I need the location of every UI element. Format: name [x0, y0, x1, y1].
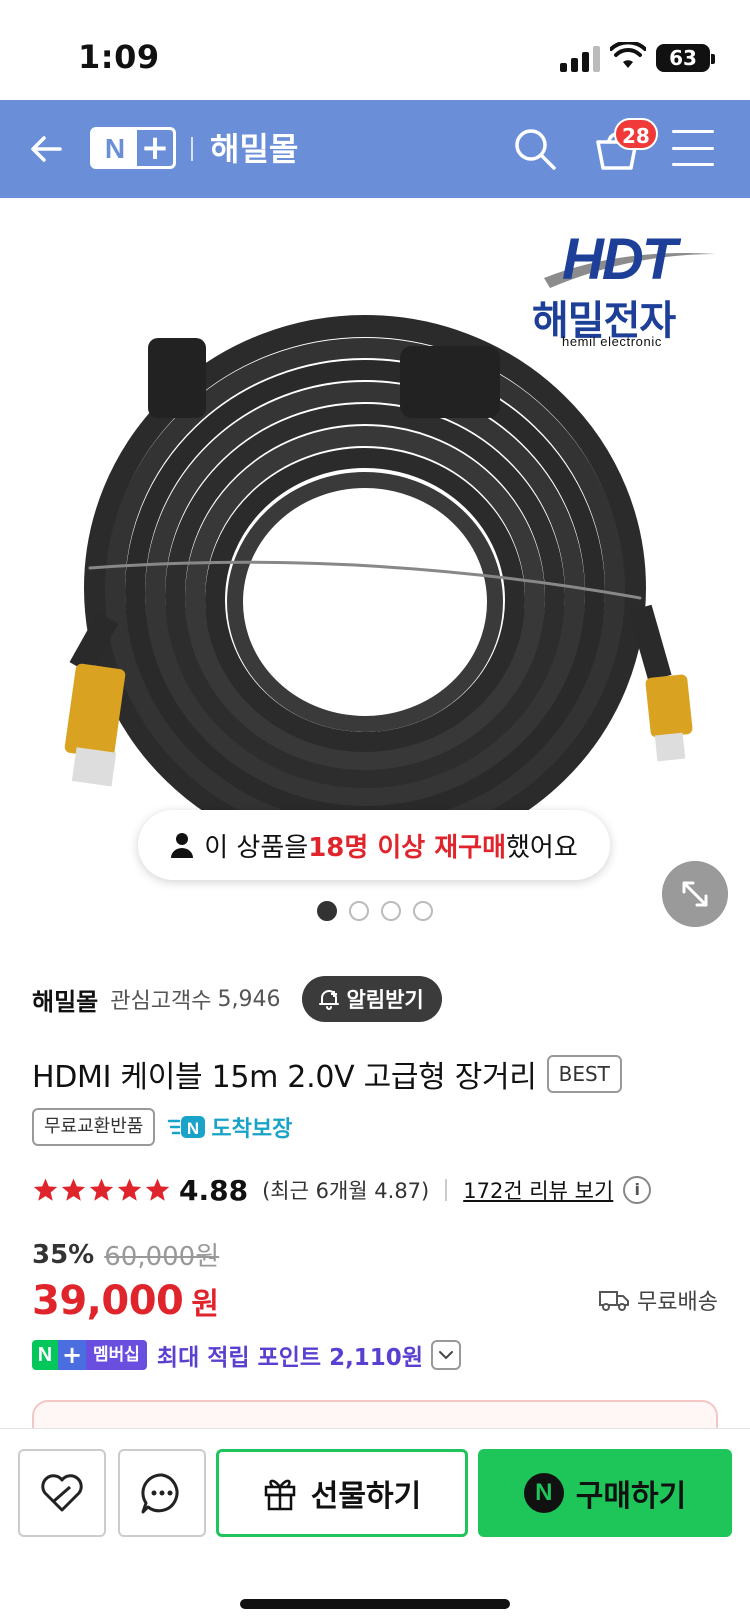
star-icon: [117, 1178, 142, 1201]
product-title: HDMI 케이블 15m 2.0V 고급형 장거리: [32, 1060, 537, 1095]
naver-plus-logo[interactable]: N +: [90, 127, 176, 169]
bell-plus-icon: [319, 990, 340, 1010]
membership-badge: N + 멤버십: [32, 1340, 147, 1370]
wifi-icon: [610, 42, 646, 68]
original-price: 60,000원: [104, 1242, 220, 1272]
chat-bubble-icon: [141, 1473, 179, 1514]
store-title[interactable]: 해밀몰: [210, 128, 298, 170]
rating-row: 4.88 (최근 6개월 4.87) 172건 리뷰 보기 i: [32, 1168, 652, 1212]
status-time: 1:09: [78, 38, 160, 76]
gift-icon: [264, 1479, 296, 1511]
membership-label: 멤버십: [86, 1340, 147, 1370]
home-indicator: [240, 1599, 510, 1609]
cart-count-badge: 28: [614, 118, 658, 150]
product-image-carousel[interactable]: HDT 해밀전자 hemil electronic 이 상품을 18명 이상 재…: [0, 198, 750, 958]
header-divider: [191, 137, 193, 161]
expand-icon[interactable]: [662, 861, 728, 927]
rebuy-notice: 이 상품을 18명 이상 재구매 했어요: [138, 810, 610, 880]
fav-customers-label: 관심고객수: [110, 989, 212, 1014]
shipping-info: 무료배송: [599, 1284, 718, 1316]
fav-customers-count: 5,946: [217, 986, 281, 1012]
best-badge: BEST: [546, 1055, 622, 1093]
wishlist-button[interactable]: [18, 1449, 106, 1537]
logo-n: N: [93, 130, 137, 166]
delivery-n-icon: N: [168, 1116, 206, 1138]
carousel-indicator: [317, 901, 433, 921]
store-info-row: 해밀몰 관심고객수 5,946 알림받기: [32, 976, 442, 1022]
star-rating: [32, 1177, 171, 1203]
truck-icon: [599, 1291, 630, 1311]
membership-n: N: [32, 1340, 58, 1370]
svg-text:N: N: [187, 1119, 199, 1138]
star-icon: [33, 1178, 58, 1201]
carousel-dot[interactable]: [381, 901, 401, 921]
arrival-guarantee-label: 도착보장: [211, 1117, 293, 1142]
rebuy-text-highlight: 18명 이상 재구매: [308, 832, 506, 863]
product-title-row: HDMI 케이블 15m 2.0V 고급형 장거리 BEST: [32, 1052, 622, 1096]
rating-divider: [445, 1179, 448, 1201]
free-return-badge: 무료교환반품: [32, 1108, 156, 1146]
points-expand-button[interactable]: [430, 1340, 461, 1370]
rebuy-text-post: 했어요: [506, 832, 578, 863]
brand-subtitle: hemil electronic: [562, 334, 662, 349]
person-icon: [171, 833, 194, 858]
rebuy-text-pre: 이 상품을: [204, 832, 309, 863]
star-icon: [89, 1178, 114, 1201]
alarm-subscribe-button[interactable]: 알림받기: [302, 976, 442, 1022]
currency-label: 원: [191, 1287, 219, 1322]
sale-price: 39,000: [32, 1278, 184, 1324]
carousel-dot[interactable]: [413, 901, 433, 921]
heart-icon: [41, 1474, 83, 1512]
info-icon[interactable]: i: [623, 1176, 652, 1204]
carousel-dot[interactable]: [317, 901, 337, 921]
service-tags: 무료교환반품 N 도착보장: [32, 1108, 292, 1146]
price-row: 39,000 원: [32, 1278, 219, 1324]
star-icon: [145, 1178, 170, 1201]
rating-score: 4.88: [179, 1173, 249, 1207]
brand-logo: HDT 해밀전자 hemil electronic: [532, 226, 722, 356]
buy-label: 구매하기: [575, 1479, 687, 1514]
logo-plus: +: [140, 128, 170, 168]
brand-mark: HDT: [562, 227, 677, 292]
gift-label: 선물하기: [310, 1479, 422, 1514]
gift-button[interactable]: 선물하기: [216, 1449, 468, 1537]
chevron-down-icon: [438, 1351, 453, 1360]
alarm-subscribe-label: 알림받기: [346, 988, 424, 1012]
talk-button[interactable]: [118, 1449, 206, 1537]
recent-rating: (최근 6개월 4.87): [262, 1179, 430, 1203]
carousel-dot[interactable]: [349, 901, 369, 921]
review-link[interactable]: 172건 리뷰 보기: [463, 1175, 613, 1205]
search-icon[interactable]: [512, 126, 558, 172]
back-arrow-icon[interactable]: [26, 128, 68, 170]
membership-points-row: N + 멤버십 최대 적립 포인트 2,110원: [32, 1338, 461, 1372]
buy-button[interactable]: N 구매하기: [478, 1449, 732, 1537]
arrival-guarantee-badge[interactable]: N 도착보장: [167, 1111, 292, 1143]
store-name[interactable]: 해밀몰: [32, 982, 98, 1017]
app-header: N + 해밀몰 28: [0, 100, 750, 198]
discount-row: 35% 60,000원: [32, 1236, 219, 1273]
battery-indicator: 63: [656, 44, 715, 72]
status-bar: 1:09 63: [0, 0, 750, 100]
shipping-label: 무료배송: [637, 1290, 718, 1315]
membership-plus: +: [58, 1340, 86, 1370]
signal-icon: [560, 46, 600, 72]
discount-rate: 35%: [32, 1239, 95, 1270]
menu-icon[interactable]: [672, 130, 714, 166]
naver-pay-icon: N: [523, 1473, 564, 1513]
max-points-text: 최대 적립 포인트 2,110원: [156, 1345, 423, 1371]
bottom-action-bar: 선물하기 N 구매하기: [0, 1428, 750, 1624]
star-icon: [61, 1178, 86, 1201]
